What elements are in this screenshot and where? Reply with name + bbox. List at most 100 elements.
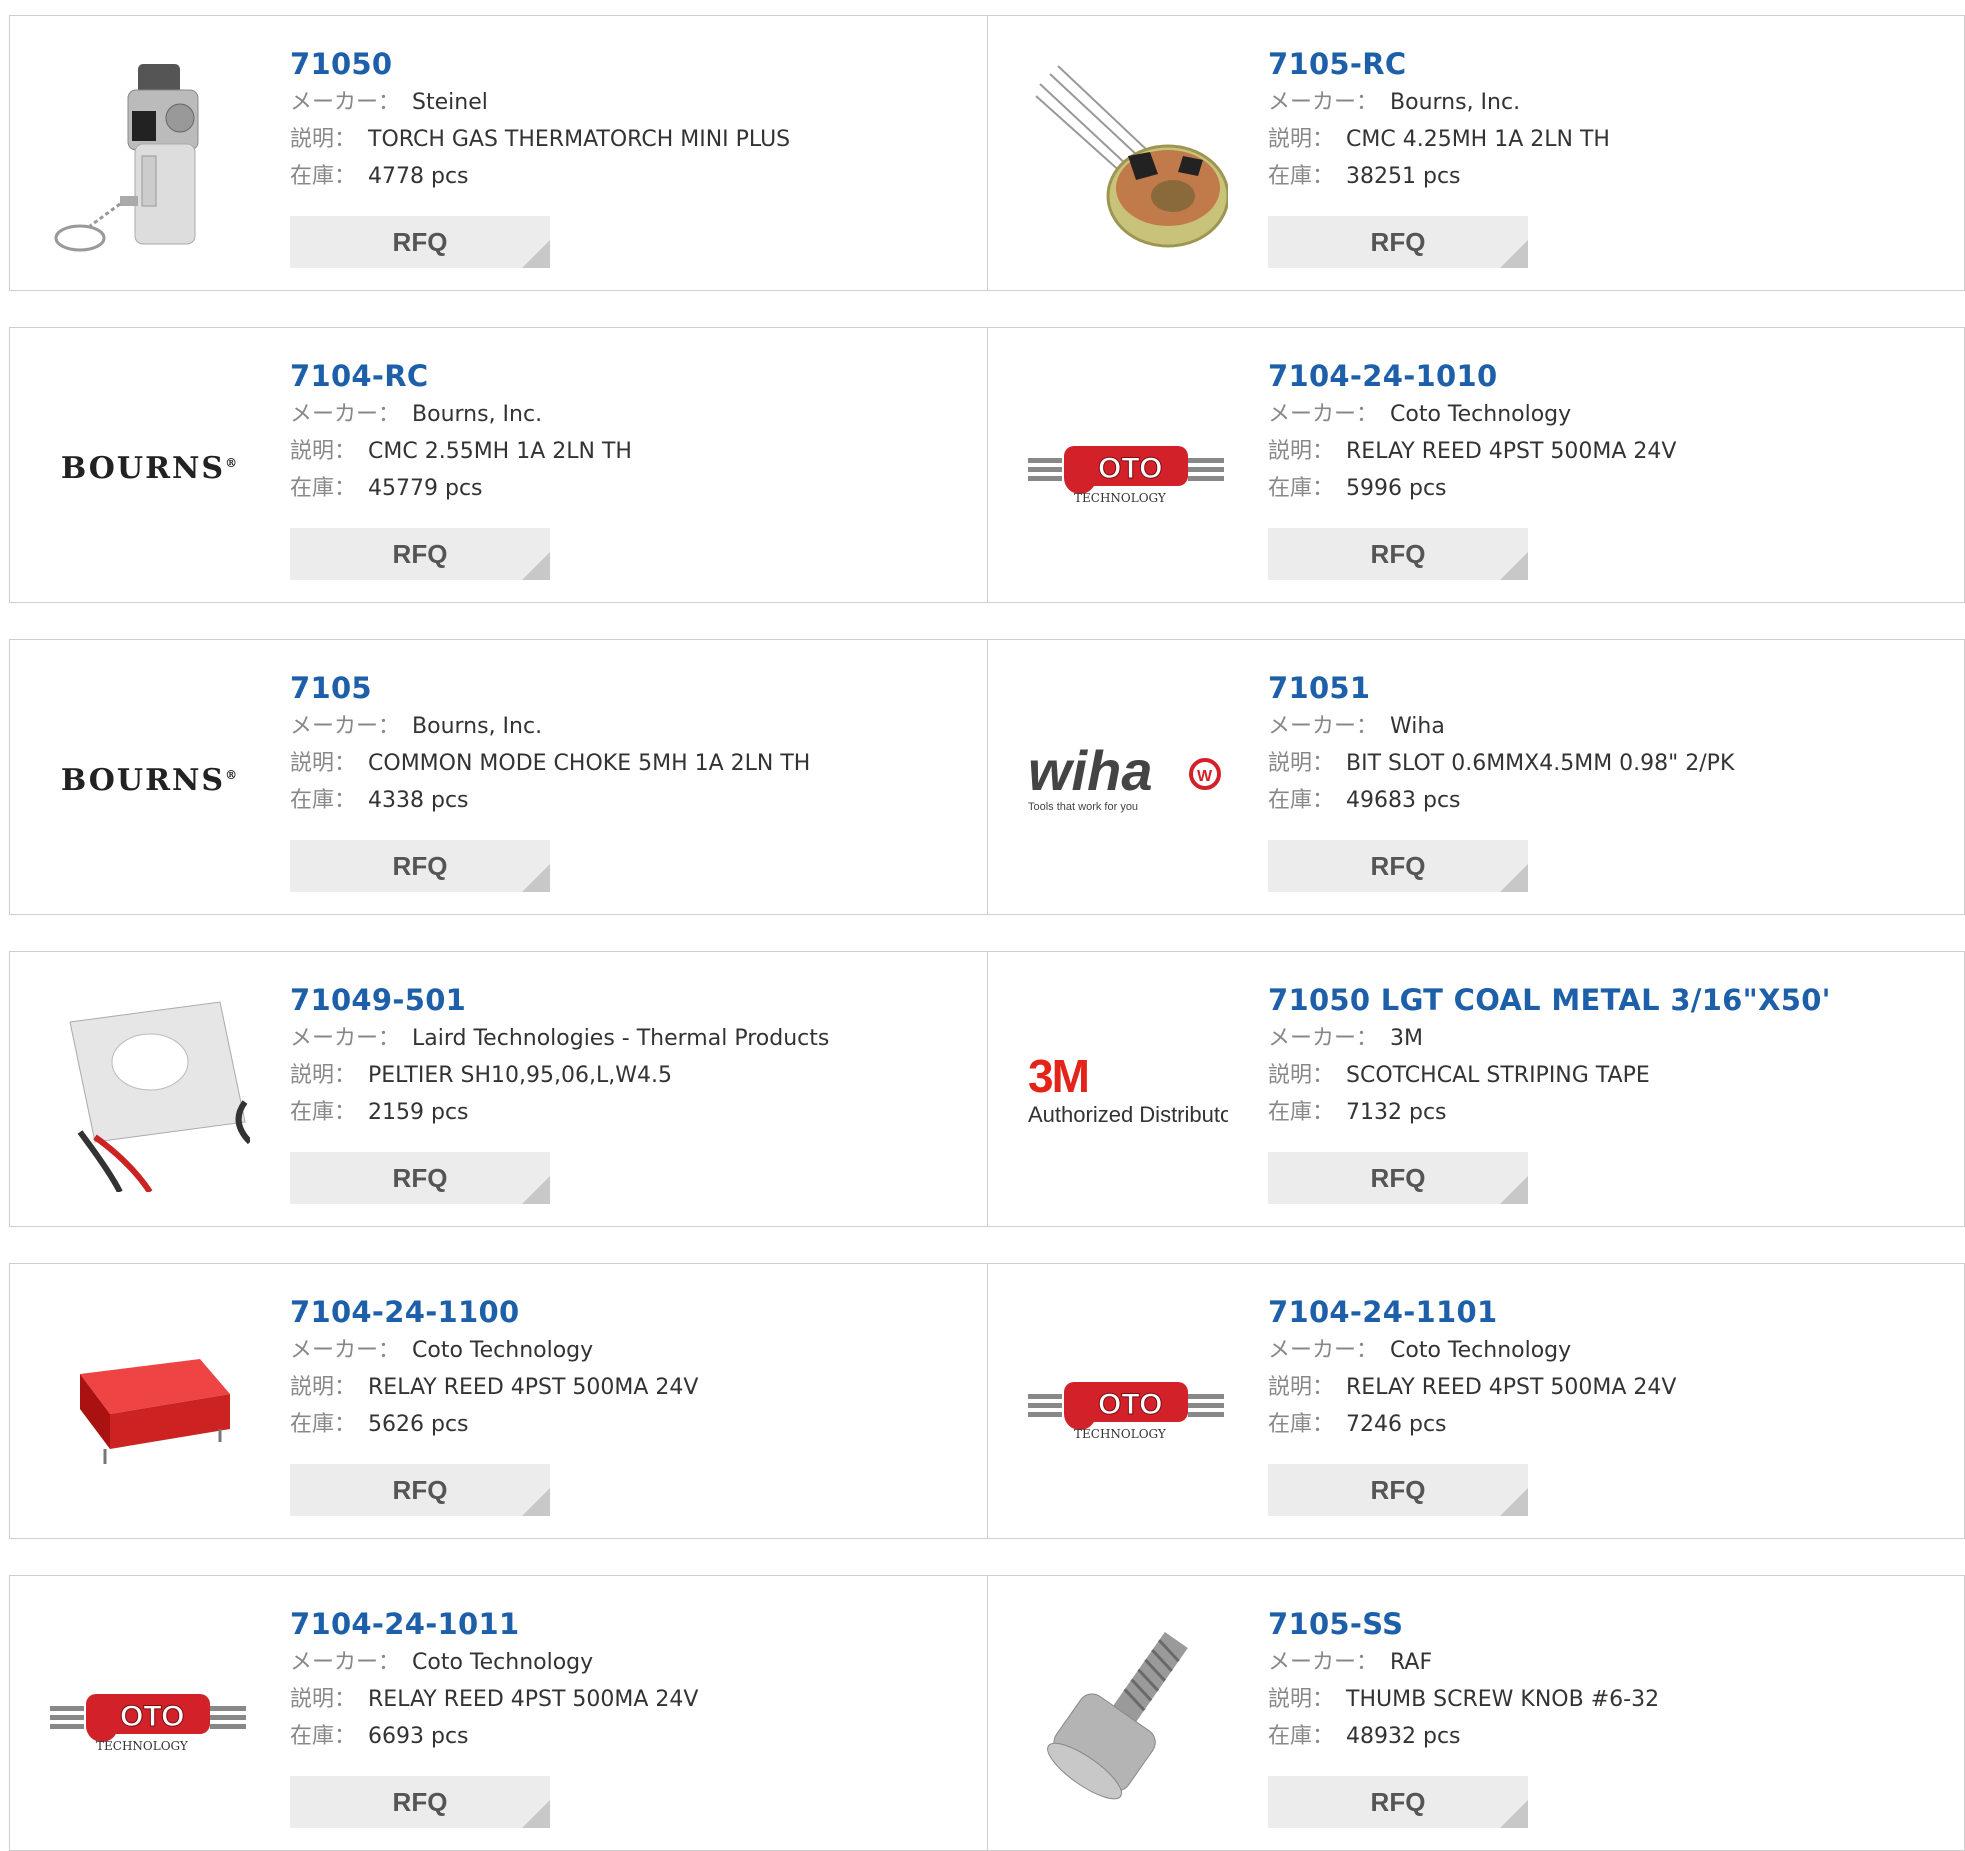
rfq-corner-decoration <box>522 552 550 580</box>
part-number-link[interactable]: 7104-24-1100 <box>290 1292 977 1332</box>
rfq-corner-decoration <box>1500 864 1528 892</box>
description-label: 説明： <box>1268 439 1335 464</box>
description-label: 説明： <box>1268 127 1335 152</box>
coto-logo-image[interactable]: OTO TECHNOLOGY <box>1028 1304 1228 1504</box>
bourns-logo: BOURNS® <box>60 762 240 798</box>
description-row: 説明： COMMON MODE CHOKE 5MH 1A 2LN TH <box>290 745 977 782</box>
manufacturer-label: メーカー： <box>290 714 401 739</box>
product-info: 71050 メーカー： Steinel 説明： TORCH GAS THERMATO… <box>290 44 977 195</box>
rfq-button[interactable]: RFQ <box>1268 1464 1528 1516</box>
svg-text:TECHNOLOGY: TECHNOLOGY <box>96 1739 189 1753</box>
stock-row: 在庫： 48932 pcs <box>1268 1718 1954 1755</box>
stock-label: 在庫： <box>1268 1100 1335 1125</box>
rfq-button[interactable]: RFQ <box>1268 216 1528 268</box>
rfq-button[interactable]: RFQ <box>290 1152 550 1204</box>
bourns-logo: BOURNS® <box>60 450 240 486</box>
wiha-logo-image[interactable]: wiha W Tools that work for you <box>1028 680 1228 880</box>
part-number-link[interactable]: 71049-501 <box>290 980 977 1020</box>
stock-value: 48932 pcs <box>1346 1724 1461 1749</box>
stock-label: 在庫： <box>290 476 357 501</box>
rfq-label: RFQ <box>392 1162 448 1193</box>
peltier-module-image[interactable] <box>50 992 250 1192</box>
coto-logo-image[interactable]: OTO TECHNOLOGY <box>1028 368 1228 568</box>
manufacturer-value: Bourns, Inc. <box>1390 90 1521 115</box>
manufacturer-label: メーカー： <box>290 1650 401 1675</box>
toroid-choke-image[interactable] <box>1028 56 1228 256</box>
rfq-button[interactable]: RFQ <box>290 840 550 892</box>
3m-logo-image[interactable]: 3M Authorized Distributor <box>1028 992 1228 1192</box>
stock-label: 在庫： <box>1268 1724 1335 1749</box>
rfq-button[interactable]: RFQ <box>290 1464 550 1516</box>
red-relay-image[interactable] <box>50 1304 250 1504</box>
part-number-link[interactable]: 7105 <box>290 668 977 708</box>
stock-label: 在庫： <box>290 164 357 189</box>
manufacturer-label: メーカー： <box>1268 1026 1379 1051</box>
svg-text:OTO: OTO <box>1098 1388 1162 1421</box>
stock-row: 在庫： 7132 pcs <box>1268 1094 1954 1131</box>
bourns-logo-image[interactable]: BOURNS® <box>50 680 250 880</box>
part-number-link[interactable]: 7105-RC <box>1268 44 1954 84</box>
manufacturer-row: メーカー： 3M <box>1268 1020 1954 1057</box>
stock-row: 在庫： 4778 pcs <box>290 158 977 195</box>
rfq-corner-decoration <box>522 240 550 268</box>
coto-logo-icon: OTO TECHNOLOGY <box>1028 446 1224 505</box>
stock-label: 在庫： <box>1268 164 1335 189</box>
product-info: 71049-501 メーカー： Laird Technologies - Ther… <box>290 980 977 1131</box>
description-label: 説明： <box>290 127 357 152</box>
svg-text:OTO: OTO <box>1098 452 1162 485</box>
stock-value: 5626 pcs <box>368 1412 469 1437</box>
description-row: 説明： RELAY REED 4PST 500MA 24V <box>1268 1369 1954 1406</box>
description-value: COMMON MODE CHOKE 5MH 1A 2LN TH <box>368 751 811 776</box>
rfq-button[interactable]: RFQ <box>290 1776 550 1828</box>
bourns-logo-image[interactable]: BOURNS® <box>50 368 250 568</box>
product-card: BOURNS® 7104-RC メーカー： Bourns, Inc. 説明： CMC… <box>9 327 988 603</box>
part-number-link[interactable]: 7104-24-1101 <box>1268 1292 1954 1332</box>
part-number-link[interactable]: 7105-SS <box>1268 1604 1954 1644</box>
product-card: 71050 メーカー： Steinel 説明： TORCH GAS THERMATO… <box>9 15 988 291</box>
description-value: RELAY REED 4PST 500MA 24V <box>1346 1375 1677 1400</box>
product-card: OTO TECHNOLOGY 7104-24-1010 メーカー： Coto Te… <box>988 327 1965 603</box>
product-info: 7104-RC メーカー： Bourns, Inc. 説明： CMC 2.55MH … <box>290 356 977 507</box>
thumb-screw-icon <box>1047 1631 1188 1800</box>
thumb-screw-image[interactable] <box>1028 1616 1228 1816</box>
stock-value: 38251 pcs <box>1346 164 1461 189</box>
part-number-link[interactable]: 71051 <box>1268 668 1954 708</box>
product-card: OTO TECHNOLOGY 7104-24-1101 メーカー： Coto Te… <box>988 1263 1965 1539</box>
product-card: 3M Authorized Distributor 71050 LGT COAL… <box>988 951 1965 1227</box>
stock-label: 在庫： <box>290 1412 357 1437</box>
stock-row: 在庫： 2159 pcs <box>290 1094 977 1131</box>
part-number-link[interactable]: 7104-24-1011 <box>290 1604 977 1644</box>
manufacturer-row: メーカー： Laird Technologies - Thermal Produc… <box>290 1020 977 1057</box>
rfq-label: RFQ <box>392 226 448 257</box>
part-number-link[interactable]: 71050 <box>290 44 977 84</box>
product-info: 7104-24-1100 メーカー： Coto Technology 説明： REL… <box>290 1292 977 1443</box>
stock-row: 在庫： 5996 pcs <box>1268 470 1954 507</box>
description-row: 説明： BIT SLOT 0.6MMX4.5MM 0.98" 2/PK <box>1268 745 1954 782</box>
manufacturer-row: メーカー： Coto Technology <box>290 1332 977 1369</box>
manufacturer-row: メーカー： Bourns, Inc. <box>290 396 977 433</box>
manufacturer-value: Bourns, Inc. <box>412 714 543 739</box>
coto-logo-image[interactable]: OTO TECHNOLOGY <box>50 1616 250 1816</box>
part-number-link[interactable]: 7104-RC <box>290 356 977 396</box>
stock-label: 在庫： <box>1268 1412 1335 1437</box>
rfq-label: RFQ <box>1370 226 1426 257</box>
rfq-button[interactable]: RFQ <box>1268 528 1528 580</box>
part-number-link[interactable]: 7104-24-1010 <box>1268 356 1954 396</box>
rfq-button[interactable]: RFQ <box>1268 1776 1528 1828</box>
stock-value: 4778 pcs <box>368 164 469 189</box>
description-value: RELAY REED 4PST 500MA 24V <box>368 1687 699 1712</box>
product-info: 71051 メーカー： Wiha 説明： BIT SLOT 0.6MMX4.5MM … <box>1268 668 1954 819</box>
torch-lighter-icon <box>54 64 199 252</box>
svg-text:Tools that work for you: Tools that work for you <box>1028 801 1138 813</box>
rfq-button[interactable]: RFQ <box>1268 1152 1528 1204</box>
part-number-link[interactable]: 71050 LGT COAL METAL 3/16"X50' <box>1268 980 1954 1020</box>
description-row: 説明： CMC 2.55MH 1A 2LN TH <box>290 433 977 470</box>
rfq-button[interactable]: RFQ <box>290 528 550 580</box>
manufacturer-value: Coto Technology <box>1390 402 1572 427</box>
torch-lighter-image[interactable] <box>50 56 250 256</box>
coto-logo-icon: OTO TECHNOLOGY <box>50 1694 246 1753</box>
stock-label: 在庫： <box>290 1100 357 1125</box>
rfq-button[interactable]: RFQ <box>1268 840 1528 892</box>
rfq-button[interactable]: RFQ <box>290 216 550 268</box>
manufacturer-value: Coto Technology <box>412 1650 594 1675</box>
